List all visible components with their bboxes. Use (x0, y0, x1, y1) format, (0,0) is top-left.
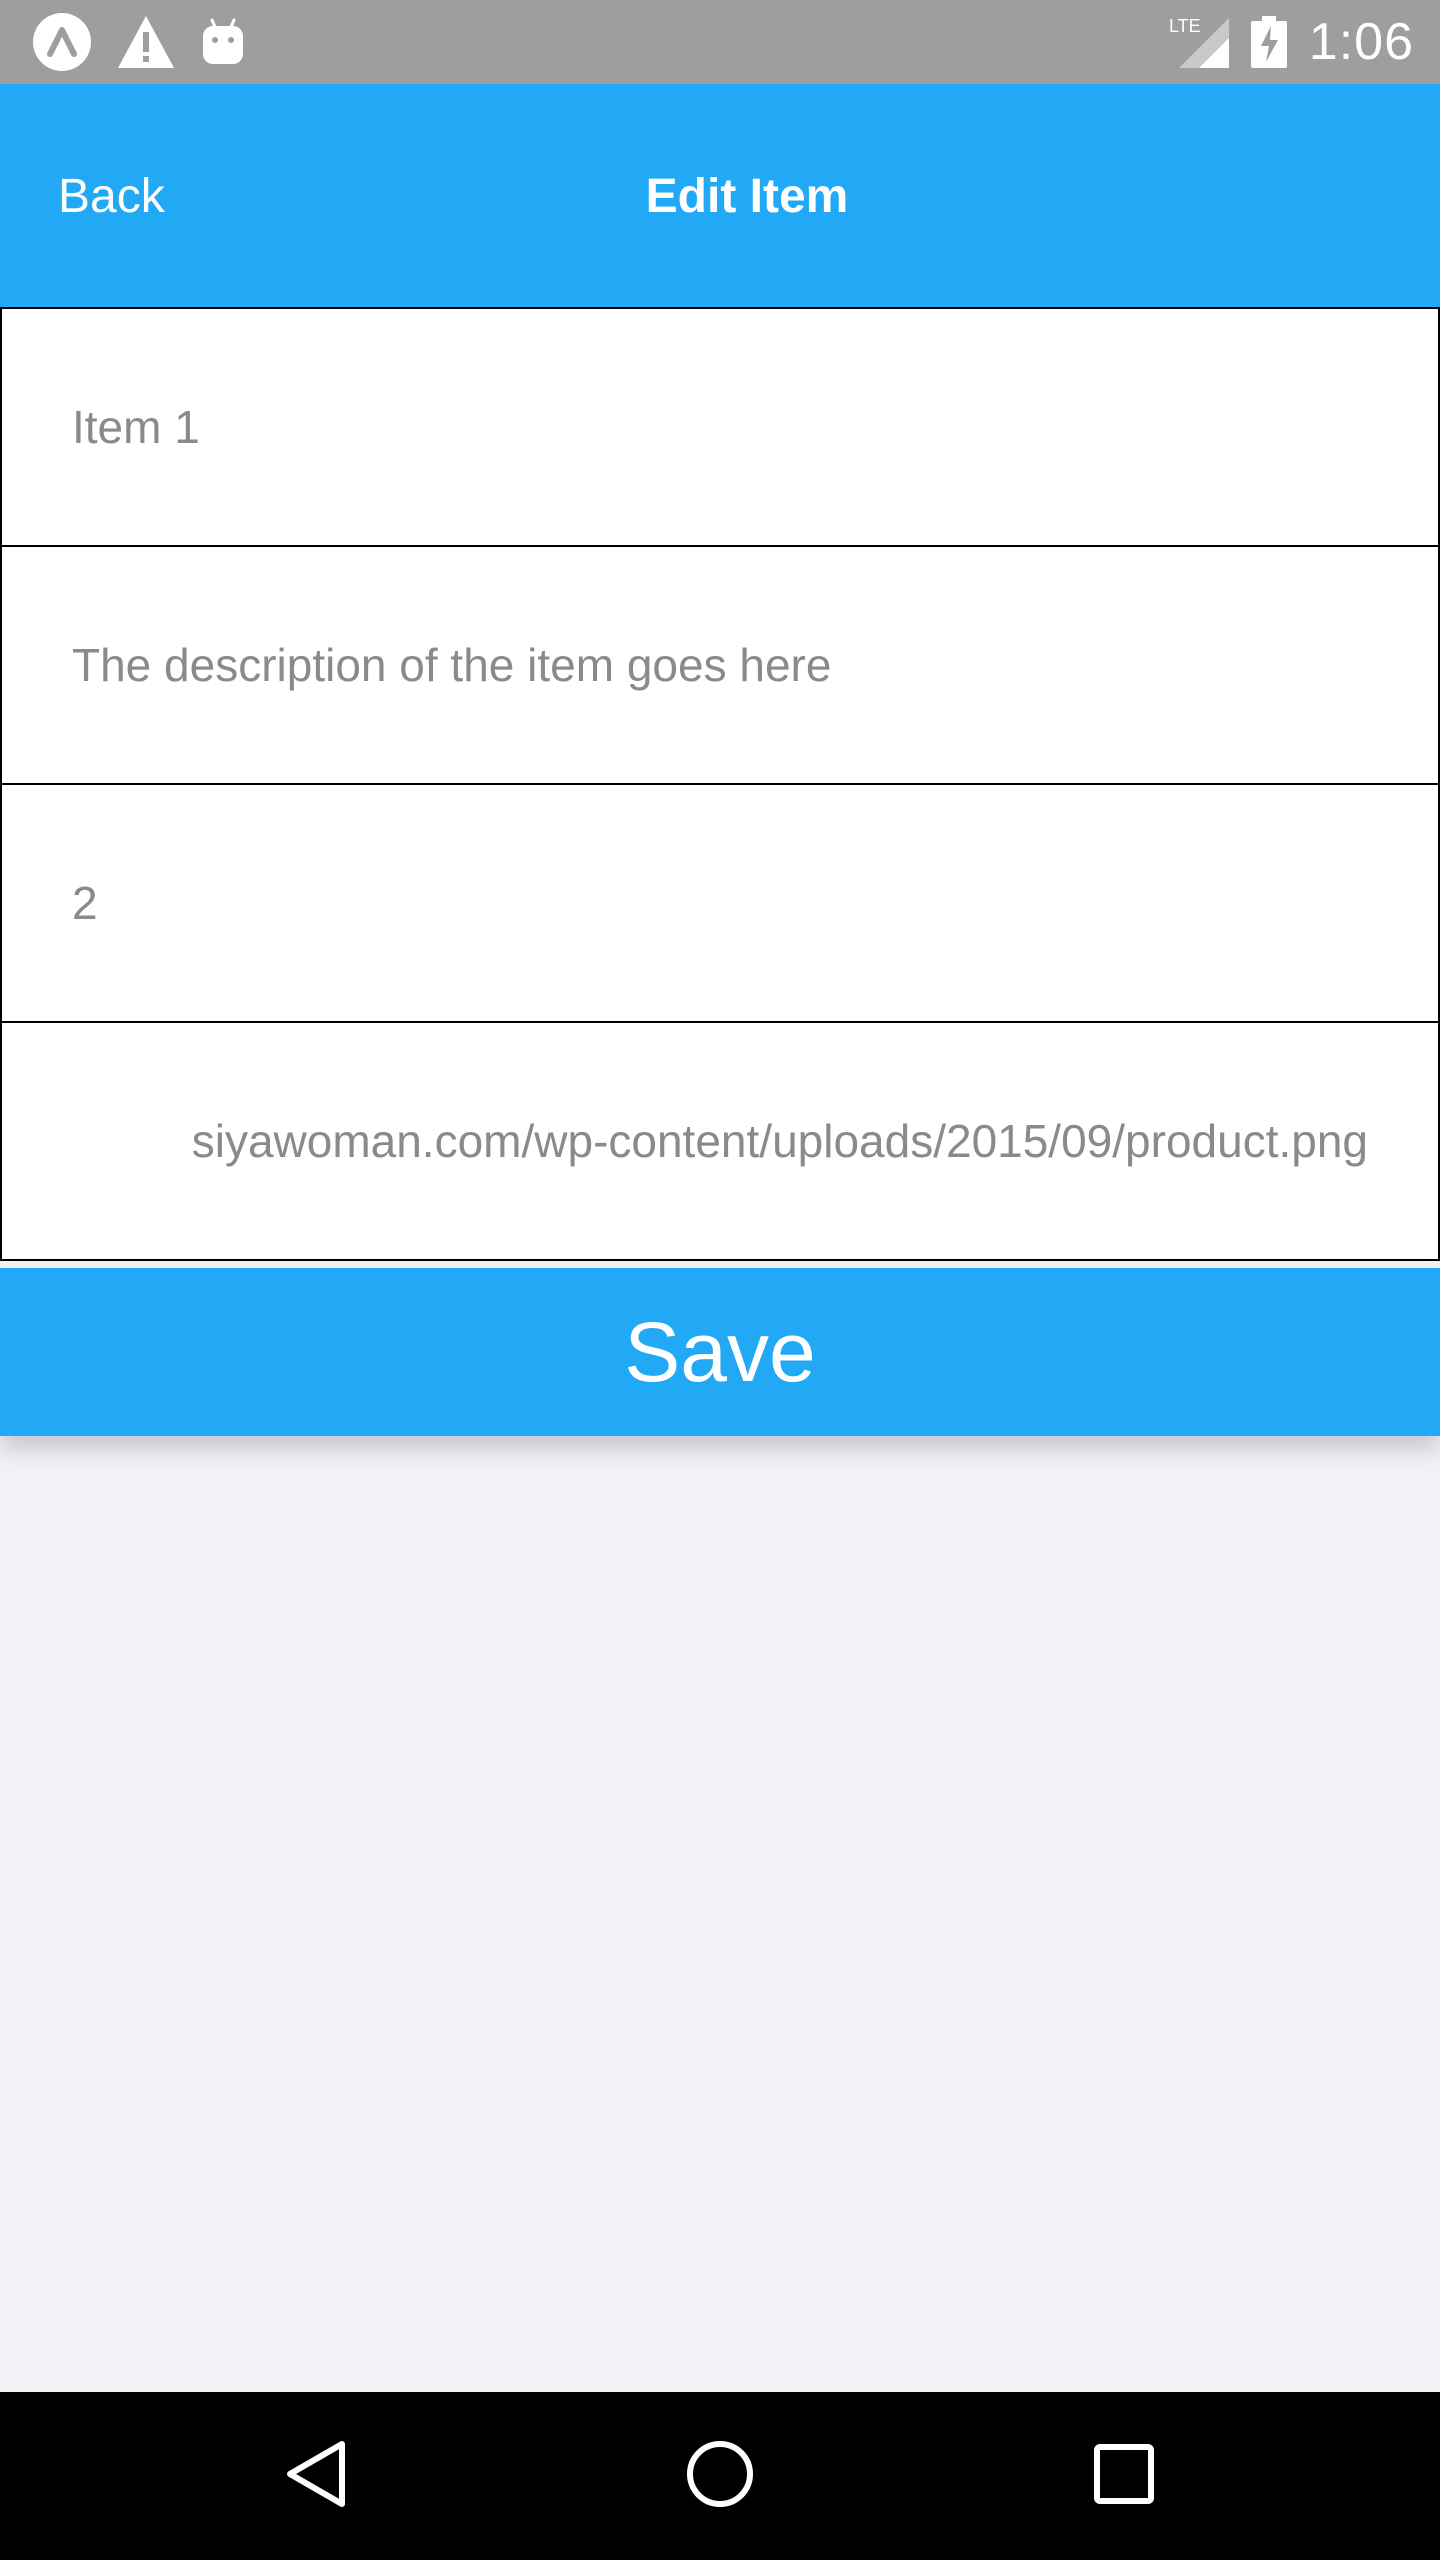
status-icons-right: LTE 1:06 (1149, 10, 1414, 74)
image-url-field-value: siyawoman.com/wp-content/uploads/2015/09… (191, 1115, 1368, 1167)
recents-square-icon (1093, 2443, 1155, 2510)
status-icons-left (32, 12, 270, 72)
image-url-field[interactable]: siyawoman.com/wp-content/uploads/2015/09… (0, 1021, 1440, 1261)
back-triangle-icon (284, 2438, 348, 2515)
home-circle-icon (685, 2439, 755, 2514)
network-label: LTE (1169, 16, 1201, 36)
status-bar: LTE 1:06 (0, 0, 1440, 84)
save-button[interactable]: Save (0, 1268, 1440, 1436)
quantity-field[interactable]: 2 (0, 783, 1440, 1023)
nav-recents-button[interactable] (1044, 2392, 1204, 2560)
description-field[interactable]: The description of the item goes here (0, 545, 1440, 785)
warning-icon (116, 14, 176, 70)
quantity-field-value: 2 (72, 877, 98, 929)
back-button[interactable]: Back (58, 84, 165, 308)
clock: 1:06 (1308, 13, 1414, 71)
name-field[interactable]: Item 1 (0, 307, 1440, 547)
edit-item-form: Item 1 The description of the item goes … (0, 307, 1440, 1261)
nav-home-button[interactable] (640, 2392, 800, 2560)
signal-icon: LTE (1169, 14, 1231, 70)
nav-back-button[interactable] (236, 2392, 396, 2560)
battery-charging-icon (1250, 16, 1287, 68)
app-header: Edit Item Back (0, 84, 1440, 308)
description-field-value: The description of the item goes here (72, 639, 832, 691)
system-nav-bar (0, 2392, 1440, 2560)
name-field-value: Item 1 (72, 401, 200, 453)
page-title: Edit Item (645, 169, 849, 223)
app-launcher-icon (32, 12, 92, 72)
android-icon (200, 18, 246, 66)
